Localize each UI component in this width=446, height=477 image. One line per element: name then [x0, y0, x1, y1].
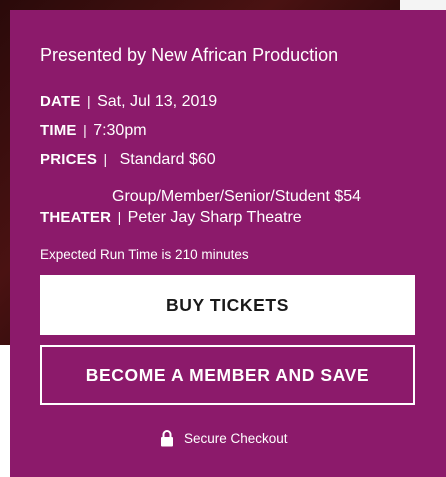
time-value: 7:30pm: [93, 122, 147, 139]
prices-separator: |: [103, 151, 108, 167]
date-separator: |: [86, 93, 91, 109]
date-value: Sat, Jul 13, 2019: [97, 93, 218, 110]
time-separator: |: [83, 122, 87, 138]
theater-label: THEATER: [40, 209, 112, 226]
ticket-panel: Presented by New African Production DATE…: [10, 10, 446, 477]
presented-by-text: Presented by New African Production: [40, 45, 339, 65]
theater-row: THEATER | Peter Jay Sharp Theatre: [40, 209, 302, 227]
date-row: DATE | Sat, Jul 13, 2019: [40, 93, 217, 111]
become-member-button[interactable]: BECOME A MEMBER AND SAVE: [40, 345, 415, 405]
run-time-text: Expected Run Time is 210 minutes: [40, 247, 249, 262]
theater-separator: |: [117, 209, 122, 225]
price-standard: Standard $60: [119, 151, 216, 168]
time-row: TIME | 7:30pm: [40, 122, 147, 140]
secure-checkout-label: Secure Checkout: [184, 430, 288, 446]
secure-checkout: Secure Checkout: [160, 429, 288, 447]
time-label: TIME: [40, 122, 77, 139]
buy-tickets-button[interactable]: BUY TICKETS: [40, 275, 415, 335]
lock-icon: [161, 430, 173, 447]
prices-row: PRICES | Standard $60: [40, 151, 216, 169]
price-group: Group/Member/Senior/Student $54: [112, 188, 362, 205]
prices-label: PRICES: [40, 151, 98, 168]
date-label: DATE: [40, 93, 81, 110]
theater-value: Peter Jay Sharp Theatre: [127, 209, 302, 226]
